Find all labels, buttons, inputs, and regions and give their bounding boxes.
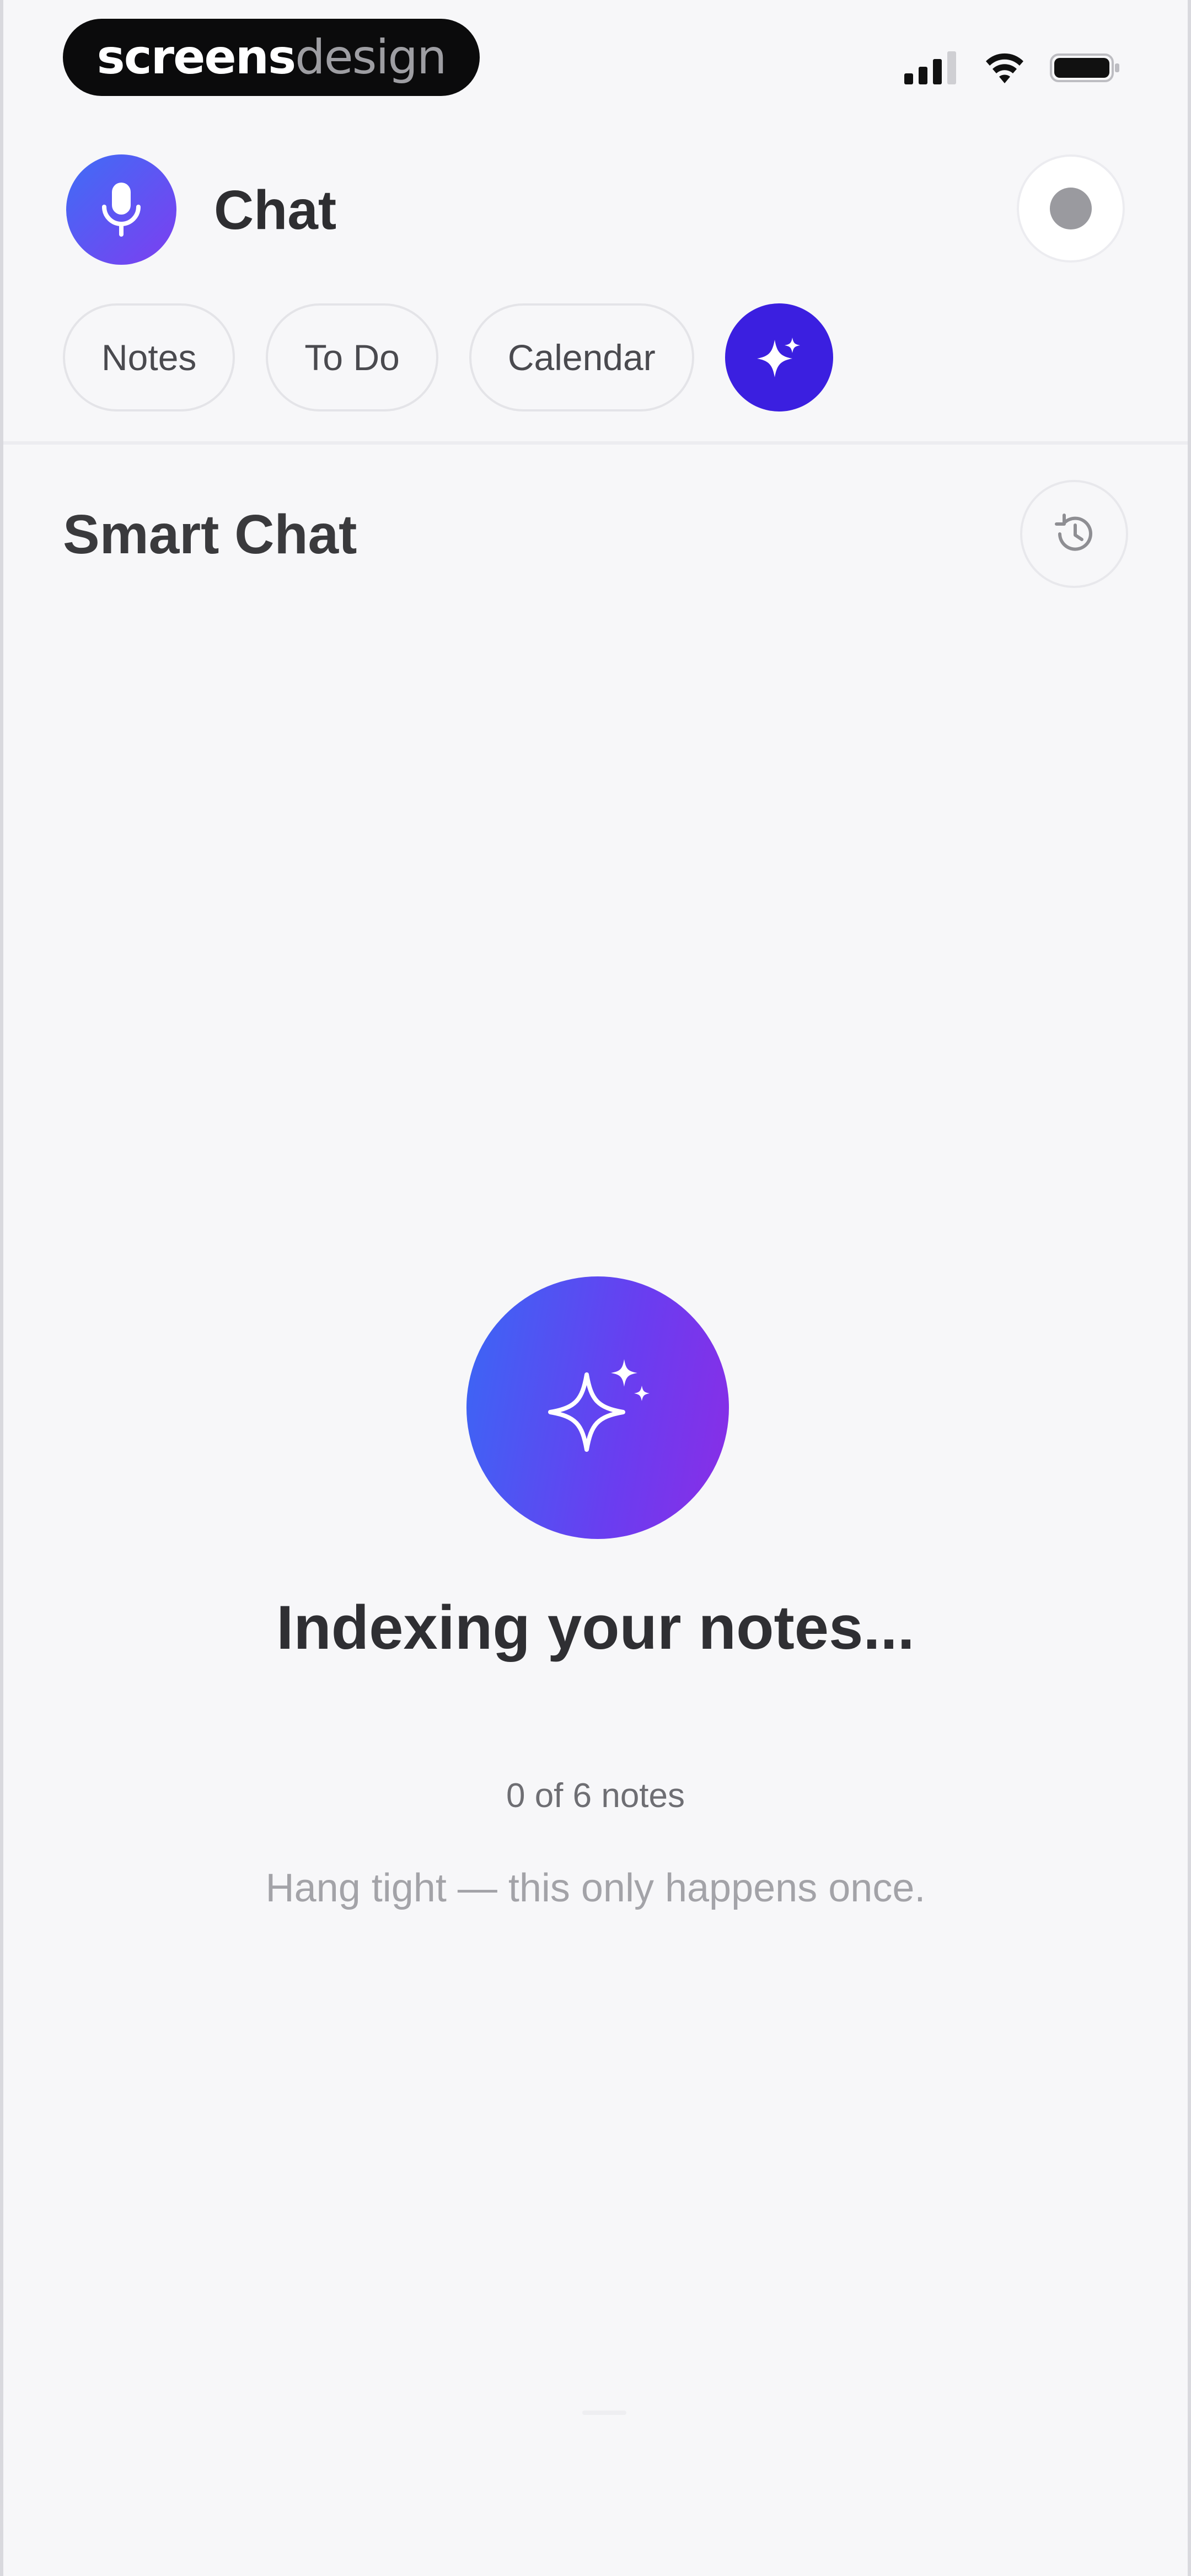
voice-record-button[interactable] (66, 154, 176, 265)
tab-smart-chat[interactable] (725, 303, 833, 411)
brand-badge: screens design (63, 19, 480, 96)
tab-to-do[interactable]: To Do (266, 303, 438, 411)
microphone-icon (102, 183, 141, 237)
section-title: Smart Chat (63, 504, 357, 565)
chat-history-button[interactable] (1020, 480, 1128, 588)
settings-button[interactable] (1017, 154, 1125, 263)
sparkle-icon (757, 338, 800, 377)
indexing-hint: Hang tight — this only happens once. (265, 1866, 926, 1910)
tab-bar: Notes To Do Calendar (63, 302, 833, 413)
page-title: Chat (214, 179, 337, 241)
cellular-signal-icon (904, 51, 956, 84)
scroll-indicator (582, 2411, 626, 2415)
tab-notes[interactable]: Notes (63, 303, 235, 411)
sparkle-icon (548, 1359, 650, 1452)
battery-icon (1050, 54, 1119, 82)
indexing-progress: 0 of 6 notes (506, 1777, 685, 1815)
wifi-icon (986, 53, 1023, 83)
app-header: Chat (3, 149, 1188, 270)
status-bar: screens design (3, 0, 1188, 110)
brand-name-strong: screens (96, 30, 297, 85)
smart-chat-screen: screens design Chat Notes To Do Calendar… (0, 0, 1191, 2576)
indexing-title: Indexing your notes... (276, 1593, 915, 1662)
settings-icon (1050, 188, 1092, 229)
indexing-orb (466, 1276, 729, 1539)
status-icons (904, 49, 1122, 87)
brand-name-light: design (295, 30, 447, 85)
tab-calendar[interactable]: Calendar (469, 303, 694, 411)
history-icon (1055, 514, 1092, 551)
header-divider (3, 441, 1188, 445)
